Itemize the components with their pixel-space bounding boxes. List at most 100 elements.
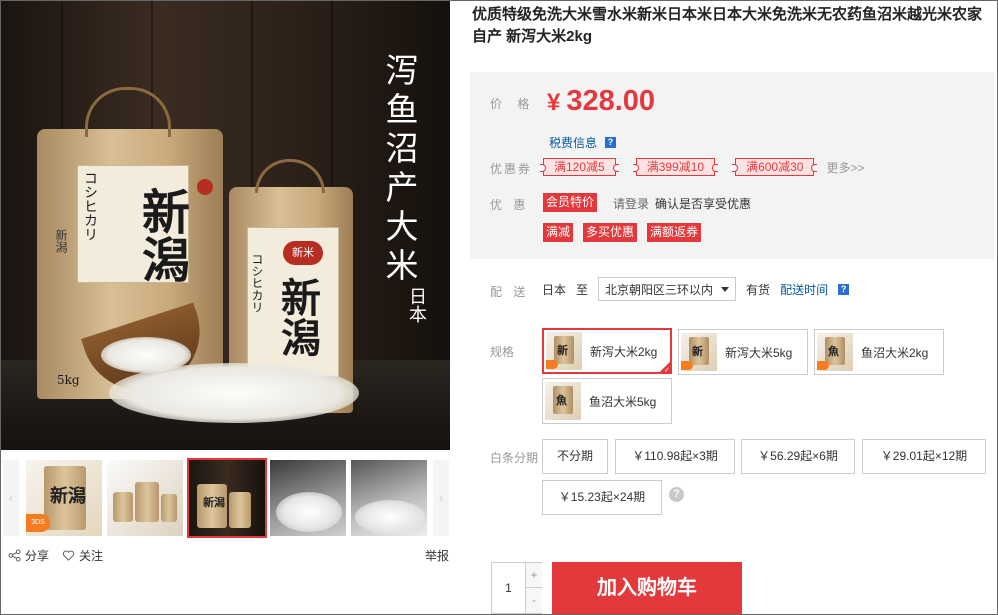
delivery-time-link[interactable]: 配送时间: [780, 281, 828, 298]
quantity-plus-button[interactable]: +: [525, 563, 542, 588]
thumb-bag: [161, 494, 177, 522]
delivery-origin: 日本: [542, 282, 567, 297]
thumb-badge: [681, 361, 693, 370]
spec-option[interactable]: 魚 鱼沼大米5kg: [542, 378, 672, 424]
currency-symbol: ¥: [547, 89, 561, 116]
tax-info-link[interactable]: 税费信息?: [549, 134, 617, 151]
quantity-minus-button[interactable]: -: [525, 588, 542, 613]
promo-tag: 满额返券: [647, 223, 702, 242]
thumb-bag: [229, 492, 251, 528]
thumb-kanji: 新潟: [203, 496, 225, 509]
coupons-more-link[interactable]: 更多>>: [826, 159, 864, 176]
promo-tag: 多买优惠: [583, 223, 638, 242]
spec-thumb: 新: [546, 332, 582, 370]
thumb-next-arrow[interactable]: ›: [433, 460, 449, 536]
share-label: 分享: [25, 549, 50, 563]
bag-kanji: 新潟: [274, 277, 321, 357]
spec-option[interactable]: 魚 鱼沼大米2kg: [814, 329, 944, 375]
quantity-input[interactable]: 1: [492, 563, 525, 613]
new-rice-badge: 新米: [283, 241, 323, 265]
thumb-kanji: 新潟: [50, 486, 86, 507]
tax-info-label: 税费信息: [549, 136, 598, 150]
spec-name: 鱼沼大米2kg: [861, 345, 929, 360]
promo-label: 优 惠: [490, 198, 530, 212]
thumb-badge: [546, 360, 558, 369]
coupon-list: 满120减5 满399减10 满600减30 更多>>: [540, 158, 864, 176]
thumbnail-1[interactable]: 新潟 3DS: [26, 460, 102, 536]
spec-thumb: 魚: [545, 382, 581, 420]
thumb-bag: [113, 492, 133, 522]
installment-option[interactable]: ￥29.01起×12期: [862, 439, 986, 474]
thumb-prev-arrow[interactable]: ‹: [3, 460, 19, 536]
share-row: 分享 关注 举报: [1, 540, 450, 570]
help-icon[interactable]: ?: [669, 487, 684, 502]
delivery-label: 配 送: [490, 285, 530, 299]
thumbnail-3[interactable]: 新潟: [187, 458, 267, 538]
add-to-cart-button[interactable]: 加入购物车: [552, 562, 742, 614]
stock-status: 有货: [746, 282, 771, 297]
heart-icon: [62, 550, 75, 561]
spec-label: 规格: [490, 345, 515, 359]
thumbnail-5[interactable]: [351, 460, 427, 536]
spec-option[interactable]: 新 新泻大米2kg ✓: [542, 328, 672, 374]
main-product-image[interactable]: 新潟 コシヒカリ 新潟 5kg 新米 新潟 コシヒカリ 2kg 泻鱼沼产大米 日…: [1, 1, 450, 450]
share-icon: [8, 549, 21, 562]
thumb-rice: [276, 492, 342, 532]
red-seal: [197, 179, 213, 195]
quantity-stepper: 1 + -: [491, 562, 542, 614]
thumb-kanji: 新: [557, 344, 568, 357]
installment-option[interactable]: ￥56.29起×6期: [741, 439, 855, 474]
bag-kanji: 新潟: [133, 187, 189, 283]
thumb-kanji: 魚: [828, 345, 839, 358]
thumb-badge: [817, 361, 829, 370]
price-value: 328.00: [566, 85, 656, 117]
address-select[interactable]: 北京朝阳区三环以内: [598, 277, 737, 301]
installment-option[interactable]: ￥15.23起×24期: [542, 480, 662, 515]
follow-button[interactable]: 关注: [62, 547, 103, 564]
coupon-item[interactable]: 满600减30: [732, 158, 818, 176]
delivery-to: 至: [576, 282, 589, 297]
promo-text: 请登录 确认是否享受优惠: [613, 195, 751, 212]
question-icon[interactable]: ?: [838, 283, 850, 295]
thumbnail-2[interactable]: [107, 460, 183, 536]
chevron-down-icon: [721, 286, 730, 292]
coupon-item[interactable]: 满120减5: [540, 158, 619, 176]
spec-option[interactable]: 新 新泻大米5kg: [678, 329, 808, 375]
question-icon: ?: [605, 137, 617, 148]
thumbnail-4[interactable]: [270, 460, 346, 536]
thumbnail-strip: ‹ 新潟 3DS 新潟 ›: [1, 452, 450, 538]
thumb-badge: 3DS: [26, 514, 50, 532]
address-value: 北京朝阳区三环以内: [605, 282, 714, 297]
image-side-subtitle: 日本: [406, 287, 427, 323]
login-link[interactable]: 请登录: [613, 197, 649, 211]
report-link[interactable]: 举报: [425, 547, 449, 564]
thumb-bag: [135, 482, 159, 522]
installment-option[interactable]: ￥110.98起×3期: [615, 439, 735, 474]
installment-option[interactable]: 不分期: [542, 439, 608, 474]
spec-name: 新泻大米5kg: [725, 345, 793, 360]
promo-note: 确认是否享受优惠: [655, 197, 752, 211]
share-button[interactable]: 分享: [8, 547, 49, 564]
spec-name: 新泻大米2kg: [590, 344, 658, 359]
product-title: 优质特级免洗大米雪水米新米日本米日本大米免洗米无农药鱼沼米越光米农家自产 新泻大…: [472, 6, 983, 45]
spec-name: 鱼沼大米5kg: [589, 394, 657, 409]
selected-check-icon: ✓: [659, 361, 671, 374]
rice-pile: [101, 337, 191, 373]
image-side-title: 泻鱼沼产大米: [380, 53, 419, 287]
bag-side-text: 新潟: [54, 229, 68, 253]
bag-weight: 5kg: [57, 373, 80, 387]
spec-thumb: 新: [681, 333, 717, 371]
bag-brand: コシヒカリ: [82, 171, 98, 241]
thumb-kanji: 魚: [556, 394, 567, 407]
coupon-label: 优惠券: [490, 162, 533, 176]
bag-brand: コシヒカリ: [250, 253, 264, 313]
product-price: ¥328.00: [547, 85, 655, 118]
bag-handle: [255, 159, 325, 193]
coupon-item[interactable]: 满399减10: [632, 158, 719, 176]
delivery-row: 日本 至 北京朝阳区三环以内 有货 配送时间 ?: [542, 277, 850, 301]
spec-thumb: 魚: [817, 333, 853, 371]
installment-label: 白条分期: [490, 451, 539, 465]
thumb-kanji: 新: [692, 345, 703, 358]
thumb-rice: [355, 500, 425, 534]
price-label: 价 格: [490, 97, 536, 111]
